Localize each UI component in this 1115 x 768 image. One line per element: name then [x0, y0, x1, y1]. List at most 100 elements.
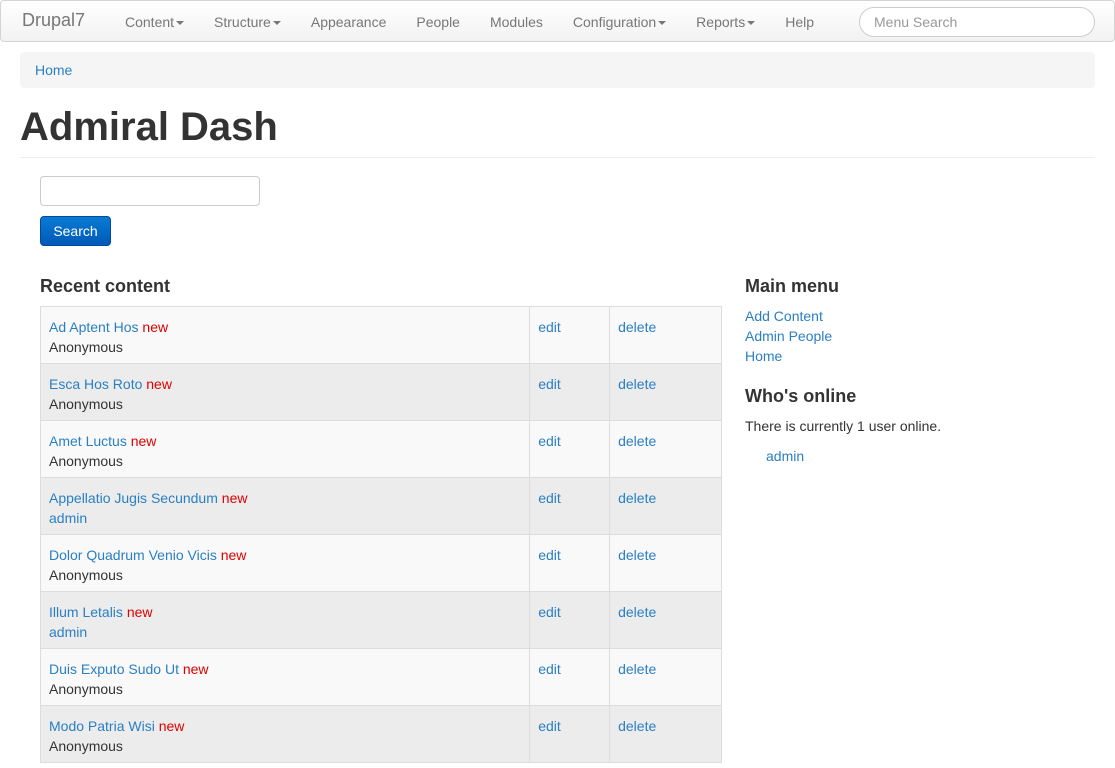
edit-link[interactable]: edit: [538, 718, 561, 734]
chevron-down-icon: [747, 21, 756, 25]
nav-configuration-label: Configuration: [572, 14, 657, 30]
content-title-link[interactable]: Amet Luctus: [49, 433, 127, 449]
content-title-link[interactable]: Illum Letalis: [49, 604, 123, 620]
table-row: Ad Aptent Hos new Anonymous edit delete: [39, 306, 722, 364]
nav-modules[interactable]: Modules: [475, 1, 558, 43]
table-row: Esca Hos Roto new Anonymous edit delete: [39, 363, 722, 421]
nav-structure[interactable]: Structure: [199, 1, 296, 43]
new-marker: new: [221, 490, 248, 506]
nav-people-label: People: [416, 14, 460, 30]
edit-cell: edit: [529, 534, 611, 592]
online-user-link[interactable]: admin: [766, 448, 804, 464]
nav-reports-label: Reports: [696, 14, 746, 30]
content-title-link[interactable]: Esca Hos Roto: [49, 376, 142, 392]
main-menu-home-link[interactable]: Home: [745, 348, 782, 364]
delete-cell: delete: [609, 477, 722, 535]
table-row: Modo Patria Wisi new Anonymous edit delete: [39, 705, 722, 763]
new-marker: new: [142, 319, 169, 335]
whos-online-heading: Who's online: [745, 386, 857, 406]
menu-search-input[interactable]: [859, 7, 1095, 37]
nav-configuration[interactable]: Configuration: [558, 1, 681, 43]
edit-cell: edit: [529, 363, 611, 421]
content-author[interactable]: admin: [49, 624, 87, 640]
content-author: Anonymous: [49, 339, 123, 355]
edit-cell: edit: [529, 648, 611, 706]
online-users-list: admin: [766, 446, 804, 466]
recent-content-heading: Recent content: [40, 276, 171, 296]
content-title-cell: Amet Luctus new Anonymous: [39, 420, 531, 478]
nav-content-label: Content: [125, 14, 175, 30]
delete-cell: delete: [609, 306, 722, 364]
nav-reports[interactable]: Reports: [681, 1, 770, 43]
new-marker: new: [220, 547, 247, 563]
new-marker: new: [158, 718, 185, 734]
content-title-link[interactable]: Appellatio Jugis Secundum: [49, 490, 218, 506]
edit-link[interactable]: edit: [538, 604, 561, 620]
top-navbar: Drupal7 Content Structure Appearance Peo…: [0, 0, 1115, 42]
search-button[interactable]: Search: [40, 216, 111, 246]
delete-cell: delete: [609, 534, 722, 592]
main-menu-list: Add Content Admin People Home: [745, 306, 832, 366]
breadcrumb-home-link[interactable]: Home: [35, 62, 72, 78]
nav-appearance-label: Appearance: [310, 14, 387, 30]
table-row: Illum Letalis new admin edit delete: [39, 591, 722, 649]
content-author: Anonymous: [49, 738, 123, 754]
content-author: Anonymous: [49, 396, 123, 412]
delete-link[interactable]: delete: [618, 718, 656, 734]
list-item: Home: [745, 346, 832, 366]
brand-link[interactable]: Drupal7: [22, 10, 85, 31]
search-input[interactable]: [40, 176, 260, 206]
main-menu-admin-people-link[interactable]: Admin People: [745, 328, 832, 344]
delete-cell: delete: [609, 591, 722, 649]
title-divider: [20, 157, 1095, 158]
delete-link[interactable]: delete: [618, 319, 656, 335]
content-title-cell: Modo Patria Wisi new Anonymous: [39, 705, 531, 763]
nav-help-label: Help: [785, 14, 814, 30]
delete-link[interactable]: delete: [618, 490, 656, 506]
content-title-cell: Illum Letalis new admin: [39, 591, 531, 649]
edit-link[interactable]: edit: [538, 319, 561, 335]
content-title-cell: Appellatio Jugis Secundum new admin: [39, 477, 531, 535]
new-marker: new: [146, 376, 172, 392]
main-menu-add-content-link[interactable]: Add Content: [745, 308, 823, 324]
list-item: Admin People: [745, 326, 832, 346]
chevron-down-icon: [176, 21, 185, 25]
nav-help[interactable]: Help: [770, 1, 829, 43]
new-marker: new: [126, 604, 153, 620]
content-title-link[interactable]: Modo Patria Wisi: [49, 718, 155, 734]
edit-cell: edit: [529, 591, 611, 649]
edit-cell: edit: [529, 477, 611, 535]
delete-link[interactable]: delete: [618, 376, 656, 392]
edit-cell: edit: [529, 705, 611, 763]
main-menu-heading: Main menu: [745, 276, 840, 296]
content-author: Anonymous: [49, 681, 123, 697]
delete-cell: delete: [609, 705, 722, 763]
breadcrumb: Home: [20, 52, 1095, 88]
edit-link[interactable]: edit: [538, 376, 561, 392]
delete-link[interactable]: delete: [618, 661, 656, 677]
table-row: Dolor Quadrum Venio Vicis new Anonymous ed…: [39, 534, 722, 592]
content-title-cell: Ad Aptent Hos new Anonymous: [39, 306, 531, 364]
edit-link[interactable]: edit: [538, 661, 561, 677]
content-author: Anonymous: [49, 453, 123, 469]
content-author: Anonymous: [49, 567, 123, 583]
content-title-link[interactable]: Dolor Quadrum Venio Vicis: [49, 547, 217, 563]
delete-link[interactable]: delete: [618, 604, 656, 620]
main-nav: Content Structure Appearance People Modu…: [110, 1, 829, 43]
nav-content[interactable]: Content: [110, 1, 199, 43]
content-title-link[interactable]: Duis Exputo Sudo Ut: [49, 661, 179, 677]
content-author[interactable]: admin: [49, 510, 87, 526]
nav-appearance[interactable]: Appearance: [296, 1, 402, 43]
whos-online-text: There is currently 1 user online.: [745, 418, 942, 434]
delete-link[interactable]: delete: [618, 547, 656, 563]
content-title-cell: Dolor Quadrum Venio Vicis new Anonymous: [39, 534, 531, 592]
recent-content-table: Ad Aptent Hos new Anonymous edit delete Esca…: [39, 306, 722, 763]
content-title-link[interactable]: Ad Aptent Hos: [49, 319, 139, 335]
delete-link[interactable]: delete: [618, 433, 656, 449]
new-marker: new: [182, 661, 209, 677]
nav-people[interactable]: People: [401, 1, 475, 43]
edit-link[interactable]: edit: [538, 490, 561, 506]
page-title: Admiral Dash: [20, 105, 278, 149]
edit-link[interactable]: edit: [538, 547, 561, 563]
edit-link[interactable]: edit: [538, 433, 561, 449]
